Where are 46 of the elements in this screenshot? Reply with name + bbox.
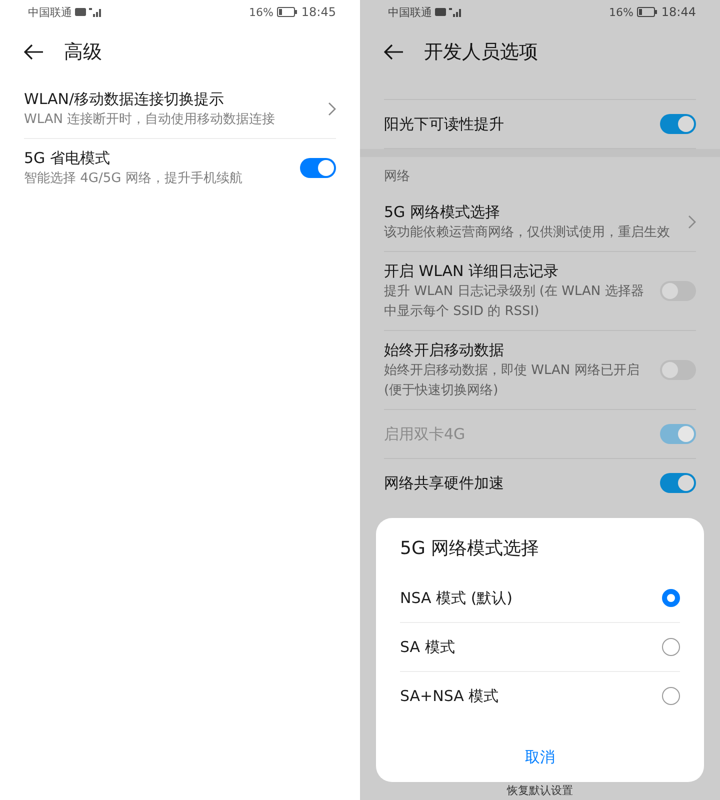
toggle-switch[interactable]: [660, 473, 696, 493]
setting-description: 智能选择 4G/5G 网络，提升手机续航: [24, 170, 244, 188]
setting-description: 提升 WLAN 日志记录级别 (在 WLAN 选择器中显示每个 SSID 的 RSSI): [384, 283, 645, 321]
page-title: 开发人员选项: [424, 40, 538, 65]
setting-description: 始终开启移动数据，即使 WLAN 网络已开启 (便于快速切换网络): [384, 362, 640, 400]
battery-percent: 16%: [248, 6, 274, 18]
setting-description: 该功能依赖运营商网络，仅供测试使用，重启生效: [384, 224, 671, 242]
dialog-title: 5G 网络模式选择: [400, 537, 540, 561]
hd-icon: [75, 8, 86, 16]
setting-title: 阳光下可读性提升: [384, 114, 505, 135]
option-label[interactable]: SA+NSA 模式: [400, 686, 662, 706]
setting-title: 启用双卡4G: [384, 424, 466, 445]
signal-icon: [89, 7, 103, 17]
setting-title[interactable]: 5G 网络模式选择: [384, 201, 676, 223]
battery-icon: [277, 7, 298, 17]
radio-button[interactable]: [662, 687, 680, 705]
setting-title: 5G 省电模式: [24, 148, 111, 169]
cancel-button[interactable]: 取消: [513, 742, 567, 773]
radio-button[interactable]: [662, 589, 680, 607]
section-header: 网络: [384, 168, 411, 186]
carrier-name: 中国联通: [28, 4, 72, 20]
chevron-right-icon: [328, 102, 336, 116]
back-arrow-icon[interactable]: [384, 44, 404, 60]
chevron-right-icon: [688, 215, 696, 229]
option-label[interactable]: SA 模式: [400, 638, 662, 656]
clock: 18:44: [661, 5, 696, 19]
hd-icon: [435, 8, 446, 16]
setting-title: 始终开启移动数据: [384, 340, 505, 361]
toggle-switch[interactable]: [300, 158, 336, 178]
toggle-switch[interactable]: [660, 360, 696, 380]
setting-title: 开启 WLAN 详细日志记录: [384, 261, 560, 282]
back-arrow-icon[interactable]: [24, 44, 44, 60]
radio-button[interactable]: [662, 638, 680, 656]
battery-icon: [637, 7, 658, 17]
reset-defaults-label: 恢复默认设置: [506, 783, 574, 798]
carrier-name: 中国联通: [388, 4, 432, 20]
setting-description: WLAN 连接断开时，自动使用移动数据连接: [24, 111, 276, 129]
clock: 18:45: [301, 5, 336, 19]
signal-icon: [449, 7, 463, 17]
option-label[interactable]: NSA 模式 (默认): [400, 588, 662, 608]
toggle-switch[interactable]: [660, 281, 696, 301]
setting-title: 网络共享硬件加速: [384, 473, 505, 494]
toggle-switch[interactable]: [660, 114, 696, 134]
setting-title[interactable]: WLAN/移动数据连接切换提示: [24, 88, 316, 110]
battery-percent: 16%: [608, 6, 634, 18]
page-title: 高级: [64, 40, 102, 65]
